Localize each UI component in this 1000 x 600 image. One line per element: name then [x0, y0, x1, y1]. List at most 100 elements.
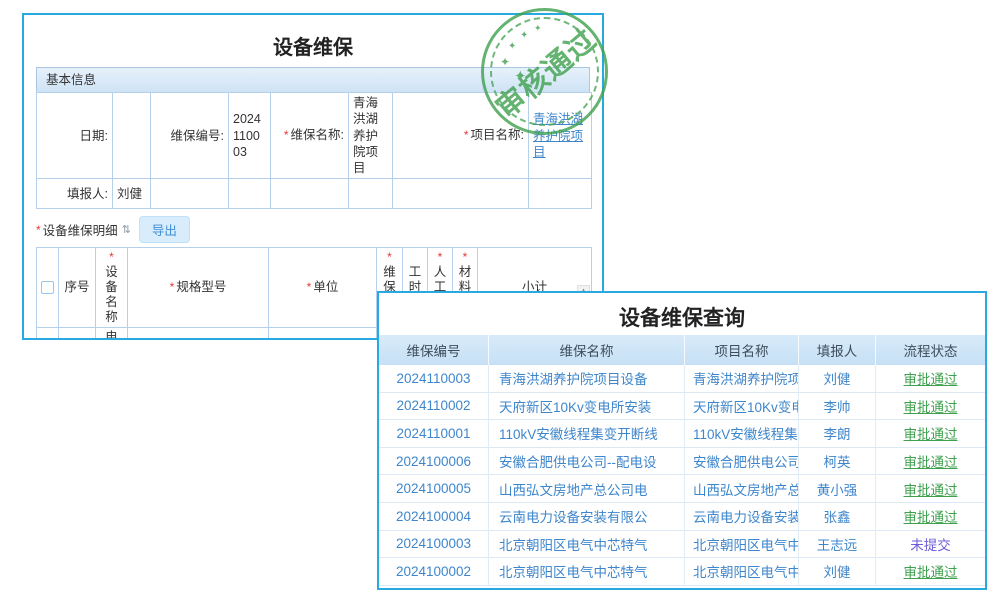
- maintenance-id-cell[interactable]: 2024100006: [379, 448, 489, 476]
- project-name-cell: 云南电力设备安装有限: [685, 503, 799, 531]
- basic-info-row-2: 填报人:刘健: [37, 179, 592, 209]
- maintenance-name-cell: 青海洪湖养护院项目设备: [489, 365, 685, 393]
- detail-column-header: *单位: [269, 248, 377, 327]
- field-value: 青海洪湖养护院项目: [349, 93, 393, 179]
- maintenance-id-cell[interactable]: 2024110003: [379, 365, 489, 393]
- required-asterisk: *: [433, 250, 446, 264]
- maintenance-id-cell[interactable]: 2024100003: [379, 531, 489, 559]
- maintenance-id-cell[interactable]: 2024100002: [379, 558, 489, 586]
- detail-section-label: 设备维保明细: [43, 220, 118, 239]
- empty-cell: [349, 179, 393, 209]
- empty-cell: [229, 179, 271, 209]
- maintenance-name-cell: 山西弘文房地产总公司电: [489, 475, 685, 503]
- empty-cell: [529, 179, 592, 209]
- status-cell[interactable]: 审批通过: [876, 448, 985, 476]
- desktop-canvas: 设备维保 基本信息 日期:维保编号:2024110003*维保名称:青海洪湖养护…: [0, 0, 1000, 600]
- reporter-cell: 李朗: [799, 420, 876, 448]
- required-asterisk: *: [464, 128, 469, 142]
- form-title: 设备维保: [24, 15, 602, 67]
- project-name-link[interactable]: 青海洪湖养护院项目: [533, 112, 583, 159]
- maintenance-name-cell: 云南电力设备安装有限公: [489, 503, 685, 531]
- status-cell[interactable]: 审批通过: [876, 420, 985, 448]
- seq-cell: 1: [59, 327, 96, 340]
- field-value: 青海洪湖养护院项目: [529, 93, 592, 179]
- query-title: 设备维保查询: [379, 293, 985, 335]
- spec-cell: 5KW: [128, 327, 269, 340]
- table-row[interactable]: 2024100005山西弘文房地产总公司电山西弘文房地产总公司黄小强审批通过: [379, 475, 985, 503]
- device-name-cell: 电焊机: [96, 327, 128, 340]
- basic-info-section-header: 基本信息: [36, 67, 590, 92]
- query-table-header: 维保编号维保名称项目名称填报人流程状态: [379, 335, 985, 365]
- table-row[interactable]: 2024100002北京朝阳区电气中芯特气北京朝阳区电气中芯特刘健审批通过: [379, 558, 985, 586]
- basic-info-table: 日期:维保编号:2024110003*维保名称:青海洪湖养护院项目*项目名称:青…: [36, 92, 592, 209]
- field-label: 维保编号:: [151, 93, 229, 179]
- required-asterisk: *: [36, 223, 41, 237]
- empty-cell: [393, 179, 529, 209]
- select-all-cell: [37, 248, 59, 327]
- project-name-cell: 北京朝阳区电气中芯特: [685, 531, 799, 559]
- project-name-cell: 青海洪湖养护院项目: [685, 365, 799, 393]
- sort-icon[interactable]: ⇅: [122, 223, 131, 236]
- reporter-value: 刘健: [113, 179, 151, 209]
- query-column-header: 流程状态: [876, 335, 985, 365]
- required-asterisk: *: [458, 250, 471, 264]
- maintenance-query-window: 设备维保查询 维保编号维保名称项目名称填报人流程状态 2024110003青海洪…: [377, 291, 987, 590]
- status-cell[interactable]: 审批通过: [876, 393, 985, 421]
- select-all-checkbox[interactable]: [41, 281, 54, 294]
- row-checkbox: [37, 327, 59, 340]
- project-name-cell: 天府新区10Kv变电所安装: [685, 393, 799, 421]
- maintenance-id-cell[interactable]: 2024110002: [379, 393, 489, 421]
- project-name-cell: 安徽合肥供电公司--配电: [685, 448, 799, 476]
- table-row[interactable]: 2024110002天府新区10Kv变电所安装天府新区10Kv变电所安装李帅审批…: [379, 393, 985, 421]
- maintenance-name-cell: 安徽合肥供电公司--配电设: [489, 448, 685, 476]
- status-cell[interactable]: 审批通过: [876, 365, 985, 393]
- status-cell[interactable]: 审批通过: [876, 558, 985, 586]
- query-column-header: 填报人: [799, 335, 876, 365]
- table-row[interactable]: 2024110003青海洪湖养护院项目设备青海洪湖养护院项目刘健审批通过: [379, 365, 985, 393]
- reporter-cell: 李帅: [799, 393, 876, 421]
- maintenance-name-cell: 天府新区10Kv变电所安装: [489, 393, 685, 421]
- maintenance-id-cell[interactable]: 2024100004: [379, 503, 489, 531]
- reporter-cell: 刘健: [799, 558, 876, 586]
- table-row[interactable]: 2024110001110kV安徽线程集变开断线110kV安徽线程集变开断李朗审…: [379, 420, 985, 448]
- table-row[interactable]: 2024100006安徽合肥供电公司--配电设安徽合肥供电公司--配电柯英审批通…: [379, 448, 985, 476]
- detail-column-header: *设备名称: [96, 248, 128, 327]
- maintenance-id-cell[interactable]: 2024100005: [379, 475, 489, 503]
- reporter-cell: 柯英: [799, 448, 876, 476]
- query-column-header: 维保编号: [379, 335, 489, 365]
- empty-cell: [151, 179, 229, 209]
- maintenance-name-cell: 北京朝阳区电气中芯特气: [489, 531, 685, 559]
- field-label: *维保名称:: [271, 93, 349, 179]
- reporter-cell: 黄小强: [799, 475, 876, 503]
- reporter-cell: 刘健: [799, 365, 876, 393]
- status-cell[interactable]: 审批通过: [876, 475, 985, 503]
- detail-column-header: *规格型号: [128, 248, 269, 327]
- query-column-header: 维保名称: [489, 335, 685, 365]
- reporter-cell: 王志远: [799, 531, 876, 559]
- maintenance-name-cell: 北京朝阳区电气中芯特气: [489, 558, 685, 586]
- field-value: [113, 93, 151, 179]
- required-asterisk: *: [307, 280, 312, 294]
- unit-cell: 台: [269, 327, 377, 340]
- maintenance-name-cell: 110kV安徽线程集变开断线: [489, 420, 685, 448]
- project-name-cell: 北京朝阳区电气中芯特: [685, 558, 799, 586]
- field-value: 2024110003: [229, 93, 271, 179]
- reporter-label: 填报人:: [37, 179, 113, 209]
- status-cell[interactable]: 未提交: [876, 531, 985, 559]
- required-asterisk: *: [105, 250, 118, 264]
- field-label: *项目名称:: [393, 93, 529, 179]
- detail-section-header: * 设备维保明细 ⇅ 导出: [36, 216, 590, 243]
- field-label: 日期:: [37, 93, 113, 179]
- reporter-cell: 张鑫: [799, 503, 876, 531]
- export-button[interactable]: 导出: [139, 216, 190, 243]
- basic-info-row-1: 日期:维保编号:2024110003*维保名称:青海洪湖养护院项目*项目名称:青…: [37, 93, 592, 179]
- maintenance-id-cell[interactable]: 2024110001: [379, 420, 489, 448]
- required-asterisk: *: [170, 280, 175, 294]
- status-cell[interactable]: 审批通过: [876, 503, 985, 531]
- detail-column-header: 序号: [59, 248, 96, 327]
- required-asterisk: *: [284, 128, 289, 142]
- query-column-header: 项目名称: [685, 335, 799, 365]
- table-row[interactable]: 2024100003北京朝阳区电气中芯特气北京朝阳区电气中芯特王志远未提交: [379, 531, 985, 559]
- table-row[interactable]: 2024100004云南电力设备安装有限公云南电力设备安装有限张鑫审批通过: [379, 503, 985, 531]
- project-name-cell: 110kV安徽线程集变开断: [685, 420, 799, 448]
